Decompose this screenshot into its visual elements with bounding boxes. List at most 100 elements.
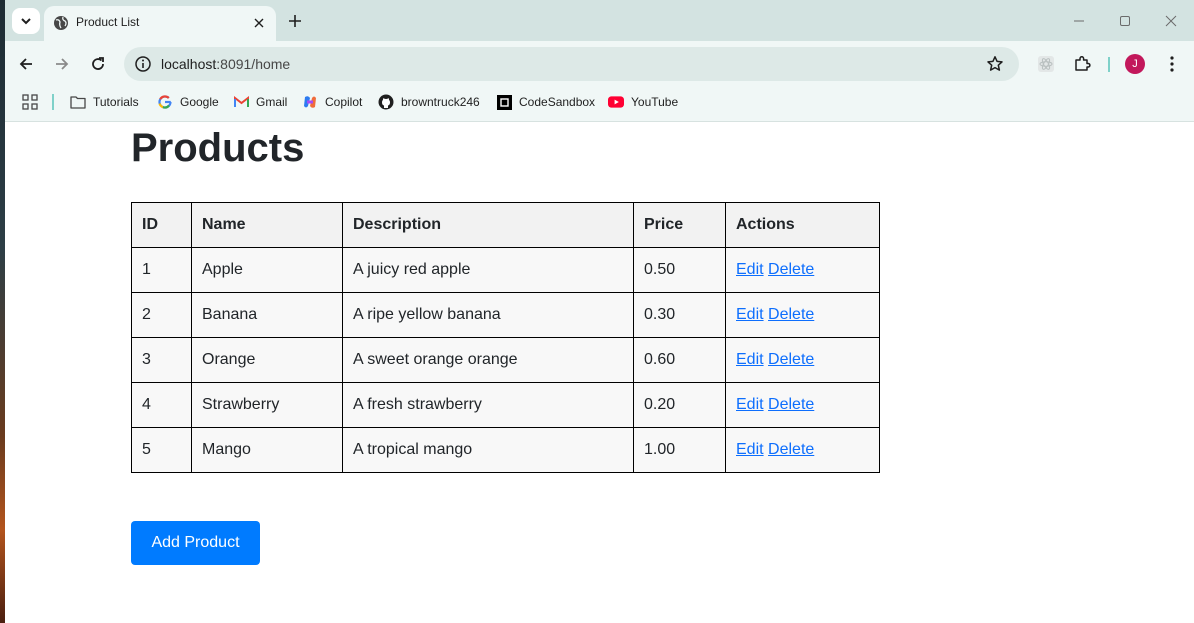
browser-toolbar: localhost:8091/home J: [5, 41, 1194, 86]
copilot-icon: [302, 94, 318, 110]
google-icon: [157, 94, 173, 110]
puzzle-icon: [1075, 55, 1091, 71]
url-path: :8091/home: [216, 56, 291, 72]
bookmark-browntruck246[interactable]: browntruck246: [378, 92, 480, 112]
cell-name: Banana: [191, 292, 343, 338]
cell-actions: Edit Delete: [725, 382, 880, 428]
apps-grid-icon[interactable]: [22, 94, 38, 110]
toolbar-divider: [1108, 57, 1110, 72]
edit-link[interactable]: Edit: [736, 396, 764, 413]
back-button[interactable]: [15, 53, 37, 75]
cell-actions: Edit Delete: [725, 247, 880, 293]
tab-close-button[interactable]: [250, 14, 268, 32]
bookmark-label: CodeSandbox: [519, 95, 596, 109]
maximize-icon: [1120, 16, 1130, 26]
column-header-description: Description: [342, 202, 634, 248]
cell-price: 0.20: [633, 382, 726, 428]
arrow-left-icon: [19, 58, 32, 70]
delete-link[interactable]: Delete: [768, 261, 814, 278]
edit-link[interactable]: Edit: [736, 441, 764, 458]
cell-id: 4: [131, 382, 192, 428]
products-table: ID Name Description Price Actions 1 Appl…: [131, 202, 880, 473]
bookmark-label: browntruck246: [401, 95, 480, 109]
cell-price: 1.00: [633, 427, 726, 473]
table-header-row: ID Name Description Price Actions: [131, 202, 880, 248]
cell-actions: Edit Delete: [725, 292, 880, 338]
cell-price: 0.60: [633, 337, 726, 383]
column-header-id: ID: [131, 202, 192, 248]
table-row: 5 Mango A tropical mango 1.00 Edit Delet…: [131, 427, 880, 473]
add-product-button[interactable]: Add Product: [131, 521, 260, 565]
arrow-right-icon: [56, 58, 69, 70]
bookmark-label: Copilot: [325, 95, 363, 109]
cell-name: Mango: [191, 427, 343, 473]
table-row: 2 Banana A ripe yellow banana 0.30 Edit …: [131, 292, 880, 338]
reload-button[interactable]: [87, 53, 109, 75]
extension-button[interactable]: [1036, 54, 1056, 74]
browser-window: Product List localhost:8091/home J Tutor…: [5, 0, 1194, 623]
bookmark-copilot[interactable]: Copilot: [302, 92, 362, 112]
new-tab-button[interactable]: [285, 11, 305, 31]
github-icon: [378, 94, 394, 110]
delete-link[interactable]: Delete: [768, 441, 814, 458]
cell-actions: Edit Delete: [725, 337, 880, 383]
react-devtools-icon: [1038, 56, 1054, 72]
minimize-button[interactable]: [1069, 12, 1089, 30]
plus-icon: [289, 15, 301, 27]
column-header-actions: Actions: [725, 202, 880, 248]
tab-strip: Product List: [5, 0, 1194, 41]
cell-price: 0.50: [633, 247, 726, 293]
delete-link[interactable]: Delete: [768, 351, 814, 368]
reload-icon: [92, 57, 104, 70]
profile-avatar[interactable]: J: [1125, 54, 1145, 74]
bookmark-star-icon[interactable]: [986, 55, 1004, 73]
minimize-icon: [1074, 20, 1084, 22]
site-info-icon[interactable]: [134, 55, 152, 73]
cell-name: Strawberry: [191, 382, 343, 428]
cell-name: Apple: [191, 247, 343, 293]
cell-actions: Edit Delete: [725, 427, 880, 473]
bookmark-youtube[interactable]: YouTube: [608, 92, 678, 112]
bookmark-label: Tutorials: [93, 95, 139, 109]
table-row: 1 Apple A juicy red apple 0.50 Edit Dele…: [131, 247, 880, 293]
bookmark-gmail[interactable]: Gmail: [233, 92, 287, 112]
table-row: 3 Orange A sweet orange orange 0.60 Edit…: [131, 337, 880, 383]
bookmark-codesandbox[interactable]: CodeSandbox: [496, 92, 595, 112]
maximize-button[interactable]: [1115, 12, 1135, 30]
browser-menu-button[interactable]: [1162, 54, 1182, 74]
url-text[interactable]: localhost:8091/home: [161, 56, 290, 72]
cell-id: 1: [131, 247, 192, 293]
cell-description: A juicy red apple: [342, 247, 634, 293]
column-header-name: Name: [191, 202, 343, 248]
more-vertical-icon: [1170, 56, 1174, 72]
delete-link[interactable]: Delete: [768, 396, 814, 413]
cell-description: A sweet orange orange: [342, 337, 634, 383]
delete-link[interactable]: Delete: [768, 306, 814, 323]
close-window-button[interactable]: [1161, 12, 1181, 30]
edit-link[interactable]: Edit: [736, 351, 764, 368]
tab-title: Product List: [76, 15, 140, 29]
edit-link[interactable]: Edit: [736, 261, 764, 278]
tab-search-button[interactable]: [12, 8, 40, 34]
page-title: Products: [131, 126, 305, 170]
bookmark-tutorials[interactable]: Tutorials: [70, 92, 139, 112]
youtube-icon: [608, 94, 624, 110]
bookmark-label: Gmail: [256, 95, 288, 109]
cell-name: Orange: [191, 337, 343, 383]
close-icon: [1165, 15, 1177, 27]
tab-product-list[interactable]: Product List: [44, 6, 276, 41]
edit-link[interactable]: Edit: [736, 306, 764, 323]
bookmarks-bar: Tutorials Google Gmail Copilot browntruc…: [5, 86, 1194, 122]
cell-description: A ripe yellow banana: [342, 292, 634, 338]
chevron-down-icon: [21, 18, 31, 25]
bookmark-google[interactable]: Google: [157, 92, 219, 112]
cell-description: A tropical mango: [342, 427, 634, 473]
forward-button[interactable]: [51, 53, 73, 75]
page-content: Products ID Name Description Price Actio…: [5, 122, 1194, 623]
url-host: localhost: [161, 56, 217, 72]
cell-id: 5: [131, 427, 192, 473]
address-bar[interactable]: localhost:8091/home: [124, 47, 1019, 81]
extensions-menu-button[interactable]: [1072, 54, 1092, 74]
column-header-price: Price: [633, 202, 726, 248]
globe-icon: [54, 16, 68, 30]
